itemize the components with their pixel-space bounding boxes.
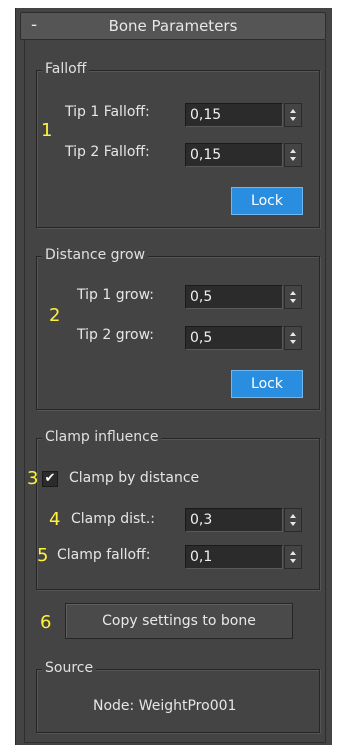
clamp-falloff-spinner[interactable] <box>284 545 302 569</box>
spinner-down-icon[interactable] <box>290 299 296 303</box>
spinner-up-icon[interactable] <box>290 514 296 518</box>
marker-5: 5 <box>37 545 49 566</box>
clamp-dist-label: Clamp dist.: <box>71 511 155 527</box>
distance-grow-lock-button[interactable]: Lock <box>231 370 303 398</box>
spinner-up-icon[interactable] <box>290 149 296 153</box>
marker-4: 4 <box>49 509 61 530</box>
tip2-falloff-label: Tip 2 Falloff: <box>65 144 150 160</box>
rollout-title: Bone Parameters <box>108 17 238 35</box>
falloff-group-label: Falloff <box>42 61 90 77</box>
spinner-down-icon[interactable] <box>290 559 296 563</box>
tip1-falloff-spinner[interactable] <box>284 103 302 127</box>
tip1-grow-field[interactable] <box>185 285 283 309</box>
marker-2: 2 <box>49 305 61 326</box>
clamp-dist-spinner[interactable] <box>284 508 302 532</box>
clamp-influence-group-label: Clamp influence <box>42 429 162 445</box>
marker-1: 1 <box>41 120 53 141</box>
falloff-lock-button[interactable]: Lock <box>231 187 303 215</box>
rollout-header-bone-parameters[interactable]: - Bone Parameters <box>20 12 326 40</box>
spinner-up-icon[interactable] <box>290 551 296 555</box>
clamp-falloff-label: Clamp falloff: <box>57 547 151 563</box>
source-group-label: Source <box>42 660 97 676</box>
tip2-falloff-spinner[interactable] <box>284 143 302 167</box>
tip2-falloff-field[interactable] <box>185 143 283 167</box>
tip1-grow-spinner[interactable] <box>284 285 302 309</box>
spinner-up-icon[interactable] <box>290 332 296 336</box>
tip2-grow-spinner[interactable] <box>284 326 302 350</box>
spinner-down-icon[interactable] <box>290 157 296 161</box>
clamp-falloff-field[interactable] <box>185 545 283 569</box>
tip2-grow-field[interactable] <box>185 326 283 350</box>
spinner-up-icon[interactable] <box>290 291 296 295</box>
marker-3: 3 <box>27 468 39 489</box>
source-node-text: Node: WeightPro001 <box>93 698 237 714</box>
tip1-falloff-field[interactable] <box>185 103 283 127</box>
tip1-falloff-label: Tip 1 Falloff: <box>65 104 150 120</box>
spinner-down-icon[interactable] <box>290 522 296 526</box>
marker-6: 6 <box>40 612 52 633</box>
tip1-grow-label: Tip 1 grow: <box>77 287 155 303</box>
distance-grow-group-label: Distance grow <box>42 247 149 263</box>
clamp-by-distance-label[interactable]: Clamp by distance <box>69 470 199 486</box>
clamp-by-distance-checkbox[interactable]: ✔ <box>42 471 58 487</box>
spinner-up-icon[interactable] <box>290 109 296 113</box>
spinner-down-icon[interactable] <box>290 117 296 121</box>
spinner-down-icon[interactable] <box>290 340 296 344</box>
copy-settings-to-bone-button[interactable]: Copy settings to bone <box>65 603 293 639</box>
clamp-dist-field[interactable] <box>185 508 283 532</box>
tip2-grow-label: Tip 2 grow: <box>77 327 155 343</box>
